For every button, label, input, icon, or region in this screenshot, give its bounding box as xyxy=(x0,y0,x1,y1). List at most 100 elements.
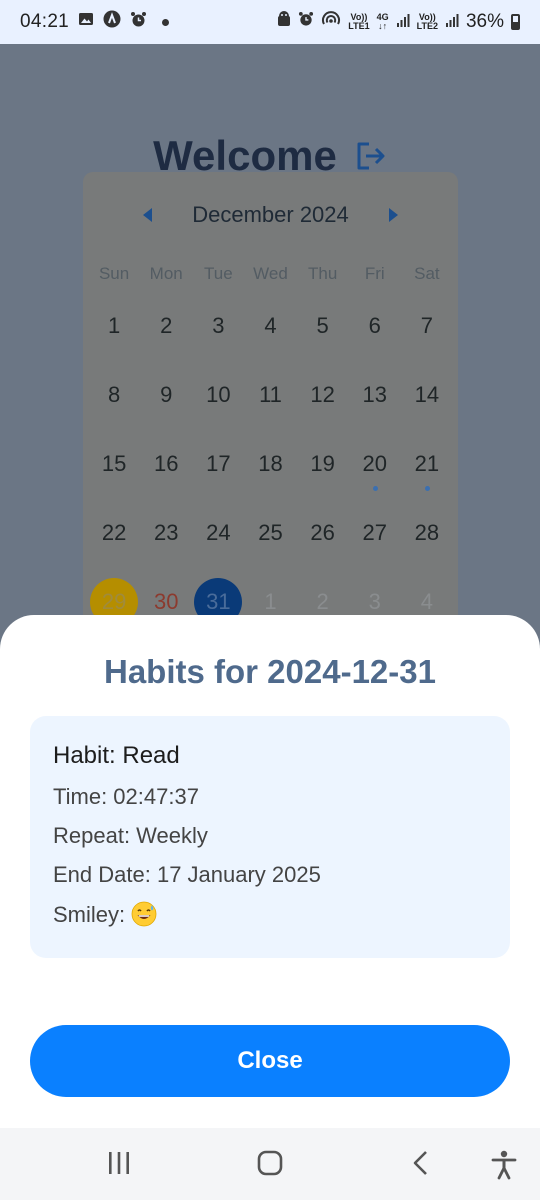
data-arrows-icon: ↓↑ xyxy=(378,21,388,31)
calendar-day-number: 13 xyxy=(362,382,388,407)
calendar-day-number: 17 xyxy=(206,451,231,476)
alarm-status-icon xyxy=(298,11,314,33)
habit-repeat: Repeat: Weekly xyxy=(53,823,208,848)
calendar-day-number: 24 xyxy=(206,520,231,545)
signal1-icon xyxy=(396,11,410,33)
calendar-day-number: 8 xyxy=(107,382,121,407)
calendar-day[interactable]: 4 xyxy=(401,588,453,615)
calendar-day[interactable]: 1 xyxy=(88,312,140,339)
sheet-title: Habits for 2024-12-31 xyxy=(104,653,436,690)
battery-percent: 36% xyxy=(465,11,504,32)
calendar-day[interactable]: 12 xyxy=(297,381,349,408)
calendar-day[interactable]: 8 xyxy=(88,381,140,408)
calendar-day-number: 26 xyxy=(310,520,335,545)
habit-smiley-label: Smiley: xyxy=(53,902,126,927)
calendar-day[interactable]: 13 xyxy=(349,381,401,408)
calendar: December 2024 Sun Mon Tue Wed Thu Fri Sat 1234… xyxy=(83,172,458,632)
calendar-day-number: 23 xyxy=(153,520,179,545)
calendar-day-number: 31 xyxy=(206,589,231,614)
weekday-label: Fri xyxy=(364,264,385,283)
calendar-day[interactable]: 5 xyxy=(297,312,349,339)
calendar-day[interactable]: 3 xyxy=(192,312,244,339)
habit-name: Habit: Read xyxy=(53,742,180,769)
app-notification-icon xyxy=(103,10,121,34)
calendar-day-number: 5 xyxy=(316,313,329,338)
accessibility-icon[interactable] xyxy=(490,1150,518,1185)
calendar-day[interactable]: 15 xyxy=(88,450,140,477)
calendar-day-number: 19 xyxy=(310,451,335,476)
calendar-day[interactable]: 29 xyxy=(88,577,140,626)
habits-bottom-sheet: Habits for 2024-12-31 Habit: Read Time: … xyxy=(0,615,540,1128)
calendar-day[interactable]: 10 xyxy=(192,381,244,408)
calendar-day[interactable]: 2 xyxy=(297,588,349,615)
calendar-day[interactable]: 18 xyxy=(244,450,296,477)
calendar-day[interactable]: 20 xyxy=(349,450,401,491)
calendar-day-number: 1 xyxy=(264,589,277,614)
calendar-day[interactable]: 1 xyxy=(244,588,296,615)
calendar-day[interactable]: 28 xyxy=(401,519,453,546)
home-icon[interactable] xyxy=(256,1150,284,1181)
habit-smiley-row: Smiley: xyxy=(53,901,487,928)
calendar-day[interactable]: 27 xyxy=(349,519,401,546)
calendar-day[interactable]: 6 xyxy=(349,312,401,339)
calendar-day[interactable]: 9 xyxy=(140,381,192,408)
grinning-sweat-emoji-icon xyxy=(131,901,157,927)
calendar-day[interactable]: 17 xyxy=(192,450,244,477)
calendar-day[interactable]: 26 xyxy=(297,519,349,546)
gallery-icon xyxy=(78,11,94,33)
recents-icon[interactable] xyxy=(107,1150,131,1181)
calendar-day-number: 4 xyxy=(420,589,434,614)
calendar-day-number: 29 xyxy=(101,589,127,614)
calendar-day[interactable]: 21 xyxy=(401,450,453,491)
calendar-day[interactable]: 30 xyxy=(140,588,192,615)
weekday-row: Sun Mon Tue Wed Thu Fri Sat xyxy=(88,264,453,284)
calendar-day[interactable]: 25 xyxy=(244,519,296,546)
calendar-day-number: 18 xyxy=(258,451,283,476)
calendar-day[interactable]: 7 xyxy=(401,312,453,339)
logout-icon[interactable] xyxy=(355,141,387,171)
calendar-day[interactable]: 31 xyxy=(192,577,244,626)
calendar-day-number: 27 xyxy=(362,520,388,545)
weekday-label: Wed xyxy=(253,264,288,283)
calendar-day[interactable]: 23 xyxy=(140,519,192,546)
next-month-icon[interactable] xyxy=(388,208,398,222)
calendar-day-number: 3 xyxy=(212,313,225,338)
habit-time: Time: 02:47:37 xyxy=(53,784,199,809)
calendar-day[interactable]: 16 xyxy=(140,450,192,477)
calendar-day-number: 2 xyxy=(160,313,173,338)
lte2-label: LTE2 xyxy=(416,21,438,31)
calendar-day-number: 4 xyxy=(264,313,277,338)
weekday-label: Tue xyxy=(204,264,233,283)
calendar-day[interactable]: 22 xyxy=(88,519,140,546)
notification-dot-icon xyxy=(162,18,170,26)
calendar-day[interactable]: 19 xyxy=(297,450,349,477)
weekday-label: Thu xyxy=(307,264,338,283)
clock: 04:21 xyxy=(20,11,70,32)
habit-marker-dot xyxy=(424,486,430,491)
calendar-day[interactable]: 11 xyxy=(244,381,296,408)
calendar-month-label: December 2024 xyxy=(192,202,349,227)
back-icon[interactable] xyxy=(410,1150,432,1181)
prev-month-icon[interactable] xyxy=(143,208,153,222)
close-button[interactable]: Close xyxy=(30,1025,510,1097)
calendar-day[interactable]: 24 xyxy=(192,519,244,546)
volte1-indicator: Vo)) LTE1 xyxy=(348,13,369,31)
calendar-day-number: 21 xyxy=(414,451,440,476)
calendar-day-number: 20 xyxy=(362,451,388,476)
calendar-header: December 2024 xyxy=(83,202,458,228)
calendar-day-number: 25 xyxy=(258,520,283,545)
calendar-day-number: 15 xyxy=(101,451,127,476)
volte2-indicator: Vo)) LTE2 xyxy=(417,13,438,31)
calendar-day[interactable]: 3 xyxy=(349,588,401,615)
calendar-day[interactable]: 4 xyxy=(244,312,296,339)
calendar-grid: 1 2 3 4 5 6 7 8 9 10 11 12 13 14 15 16 17 18 19 20 21 22 23 24 2… xyxy=(88,312,453,626)
calendar-day-number: 28 xyxy=(414,520,440,545)
calendar-day-number: 22 xyxy=(101,520,127,545)
weekday-label: Mon xyxy=(149,264,183,283)
android-icon xyxy=(277,11,291,33)
signal2-icon xyxy=(445,11,459,33)
calendar-day-number: 2 xyxy=(316,589,329,614)
calendar-day[interactable]: 14 xyxy=(401,381,453,408)
weekday-label: Sun xyxy=(98,264,130,283)
calendar-day[interactable]: 2 xyxy=(140,312,192,339)
